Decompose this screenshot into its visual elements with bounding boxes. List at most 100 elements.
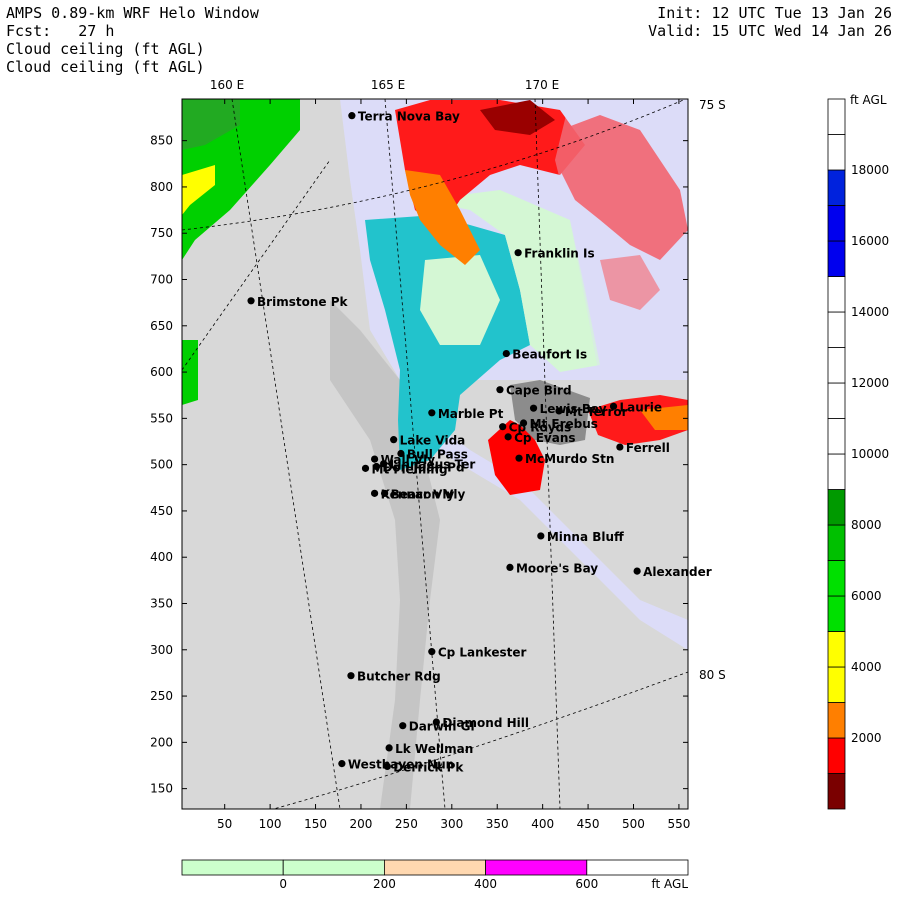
longitude-label: 165 E xyxy=(371,78,405,92)
y-tick-label: 550 xyxy=(150,411,173,425)
place-dot xyxy=(397,449,405,458)
place-label: Beacon Vly xyxy=(391,487,466,501)
place-dot xyxy=(515,454,523,462)
colorbar-swatch xyxy=(827,98,846,135)
place-dot xyxy=(432,718,440,726)
place-label: Lake Vida xyxy=(400,434,466,448)
colorbar-swatch xyxy=(181,859,284,876)
colorbar-swatch xyxy=(827,382,846,419)
place-dot xyxy=(380,489,389,497)
place-dot xyxy=(633,567,641,575)
y-tick-label: 200 xyxy=(150,735,173,749)
colorbar-label: 18000 xyxy=(851,163,889,177)
place-dot xyxy=(247,297,255,305)
y-tick-label: 300 xyxy=(150,643,173,657)
y-tick-label: 250 xyxy=(150,689,173,703)
colorbar-swatch xyxy=(827,631,846,668)
place-dot xyxy=(499,423,507,431)
x-tick-label: 550 xyxy=(667,817,690,831)
y-tick-label: 850 xyxy=(150,134,173,148)
colorbar-label: 12000 xyxy=(851,376,889,390)
x-tick-label: 400 xyxy=(531,817,554,831)
y-tick-label: 800 xyxy=(150,180,173,194)
colorbar-swatch xyxy=(827,134,846,171)
colorbar-swatch xyxy=(827,205,846,242)
colorbar-swatch xyxy=(282,859,385,876)
latitude-label: 75 S xyxy=(699,98,726,112)
place-dot xyxy=(529,404,538,412)
colorbar-swatch xyxy=(827,560,846,597)
colorbar-swatch xyxy=(827,240,846,277)
colorbar-swatch xyxy=(485,859,588,876)
colorbar-swatch xyxy=(827,666,846,703)
place-dot xyxy=(385,744,393,752)
colorbar-label: 0 xyxy=(279,877,287,891)
place-label: Cp Lankester xyxy=(438,646,527,660)
longitude-labels: 160 E 165 E 170 E xyxy=(210,78,559,92)
colorbar-swatch xyxy=(827,418,846,455)
colorbar-swatch xyxy=(827,276,846,313)
x-tick-label: 350 xyxy=(486,817,509,831)
place-label: McMurdo Stn xyxy=(525,452,614,466)
place-label: Butcher Rdg xyxy=(357,670,441,684)
y-tick-label: 650 xyxy=(150,319,173,333)
place-dot xyxy=(370,489,379,497)
place-dot xyxy=(347,672,355,680)
place-label: Brimstone Pk xyxy=(257,295,348,309)
place-dot xyxy=(537,532,545,540)
place-dot xyxy=(361,464,370,472)
longitude-label: 160 E xyxy=(210,78,244,92)
latitude-label: 80 S xyxy=(699,668,726,682)
y-tick-label: 600 xyxy=(150,365,173,379)
colorbar-label: 14000 xyxy=(851,305,889,319)
place-dot xyxy=(502,349,510,358)
place-label: Lk Wellman xyxy=(395,742,473,756)
colorbar-swatch xyxy=(827,489,846,526)
colorbar-label: 10000 xyxy=(851,447,889,461)
place-dot xyxy=(399,722,407,730)
colorbar-unit: ft AGL xyxy=(850,93,887,107)
colorbar-swatch xyxy=(586,859,689,876)
place-label: Minna Bluff xyxy=(547,530,624,544)
colorbar-bottom: 0 200 400 600 ft AGL xyxy=(181,859,689,891)
colorbar-label: 16000 xyxy=(851,234,889,248)
colorbar-label: 6000 xyxy=(851,589,882,603)
colorbar-label: 200 xyxy=(373,877,396,891)
place-label: Ferrell xyxy=(626,441,670,455)
place-dot xyxy=(383,762,391,771)
map-figure: 160 E 165 E 170 E 75 S 80 S 50 100 150 200 250 3… xyxy=(150,78,889,891)
place-dot xyxy=(519,419,528,427)
colorbar-unit: ft AGL xyxy=(651,877,688,891)
colorbar-swatch xyxy=(827,524,846,561)
place-dot xyxy=(428,648,436,656)
x-tick-label: 50 xyxy=(217,817,232,831)
place-label: Terra Nova Bay xyxy=(358,110,460,124)
colorbar-swatch xyxy=(827,347,846,384)
colorbar-label: 8000 xyxy=(851,518,882,532)
place-label: Cp Evans xyxy=(514,431,575,445)
y-tick-label: 400 xyxy=(150,550,173,564)
latitude-labels: 75 S 80 S xyxy=(699,98,726,682)
x-tick-label: 450 xyxy=(577,817,600,831)
place-label: Derrick Pk xyxy=(393,760,464,774)
colorbar-swatch xyxy=(827,595,846,632)
colorbar-label: 2000 xyxy=(851,731,882,745)
place-label: Beaufort Is xyxy=(512,348,587,362)
colorbar-swatch xyxy=(827,453,846,490)
colorbar-label: 600 xyxy=(575,877,598,891)
place-label: Moore's Bay xyxy=(516,561,598,575)
place-dot xyxy=(506,563,514,571)
colorbar-swatch xyxy=(827,737,846,774)
place-dot xyxy=(514,249,522,257)
y-tick-label: 700 xyxy=(150,273,173,287)
y-tick-label: 500 xyxy=(150,458,173,472)
place-dot xyxy=(338,760,346,768)
place-label: Cape Bird xyxy=(506,384,572,398)
place-dot xyxy=(555,407,563,415)
place-dot xyxy=(616,443,624,451)
x-tick-label: 100 xyxy=(259,817,282,831)
longitude-label: 170 E xyxy=(525,78,559,92)
place-dot xyxy=(380,460,388,468)
y-tick-label: 150 xyxy=(150,782,173,796)
place-label: Linnaeus Ter xyxy=(390,458,476,472)
